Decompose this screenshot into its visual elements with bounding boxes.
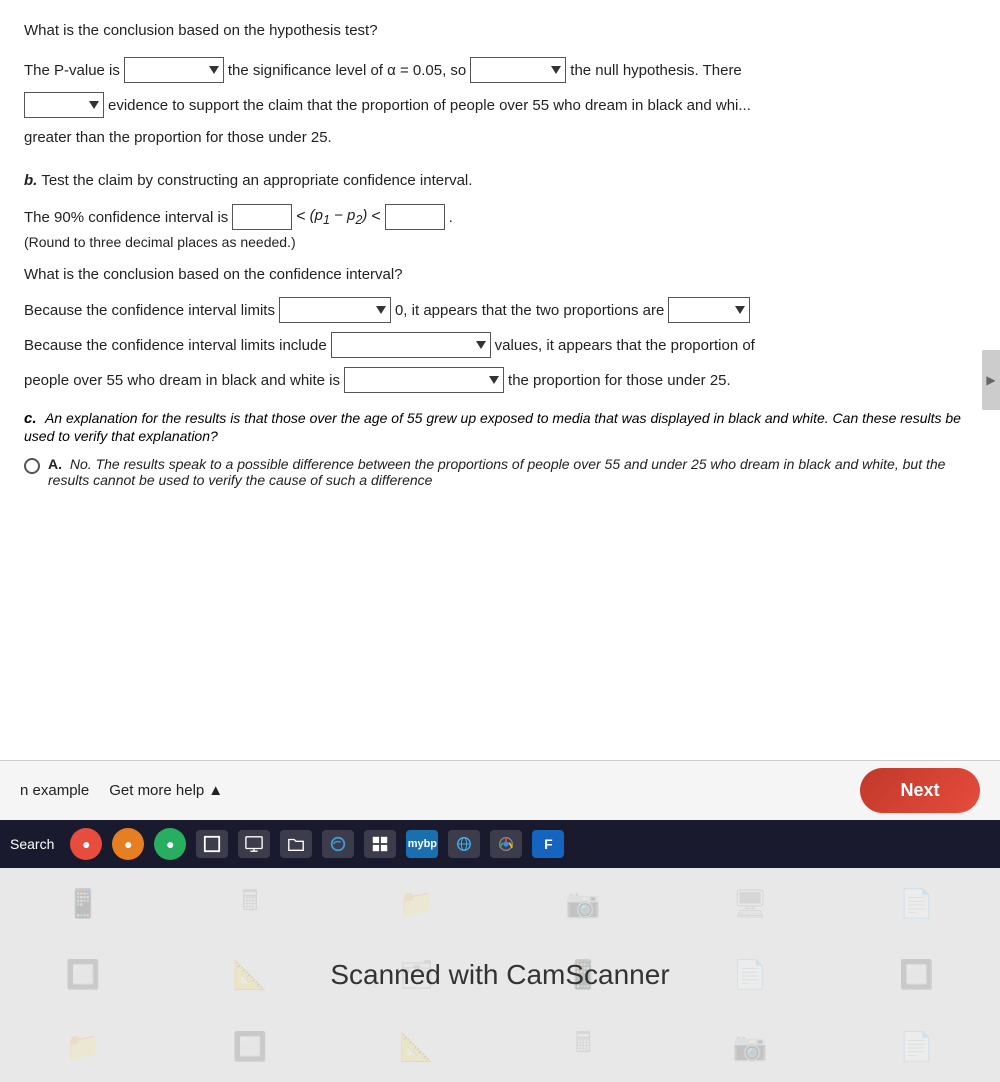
ci-conclusion-line2: Because the confidence interval limits i… (24, 332, 976, 359)
taskbar-dot-orange[interactable]: ● (112, 828, 144, 860)
option-a-label: A. (48, 456, 62, 472)
ci-comparison-dropdown[interactable]: greater than less than equal to (344, 367, 504, 393)
ci-lower-input[interactable] (232, 204, 292, 230)
main-content: What is the conclusion based on the hypo… (0, 0, 1000, 760)
option-a-radio[interactable] (24, 458, 40, 474)
camscanner-label: Scanned with CamScanner (330, 959, 669, 991)
option-a-row: A. No. The results speak to a possible d… (24, 456, 976, 488)
ci-expression: (p1 − p2) (310, 207, 368, 227)
reject-hypothesis-dropdown[interactable]: reject fail to reject (470, 57, 566, 83)
next-button[interactable]: Next (860, 768, 980, 813)
taskbar-globe-btn[interactable] (448, 830, 480, 858)
ci-include-dropdown[interactable]: include do not include (279, 297, 391, 323)
taskbar-dot-green[interactable]: ● (154, 828, 186, 860)
taskbar: Search ● ● ● mybp (0, 820, 1000, 868)
ci-conclusion-question: What is the conclusion based on the conf… (24, 264, 976, 287)
pvalue-row: The P-value is less than greater than eq… (24, 57, 976, 84)
taskbar-hp-btn[interactable]: mybp (406, 830, 438, 858)
section-b-label: b. (24, 167, 37, 194)
hypothesis-conclusion-question: What is the conclusion based on the hypo… (24, 20, 976, 43)
section-c-text: An explanation for the results is that t… (24, 410, 961, 444)
ci-less-than-1: < (296, 208, 305, 226)
option-a-text: No. The results speak to a possible diff… (48, 456, 945, 488)
camscanner-area: 📱 🖩 📁 📷 🖥 📄 🔲 📐 🗂 📱 📄 🔲 📁 🔲 📐 🖩 📷 📄 Scan… (0, 868, 1000, 1082)
section-c-label: c. (24, 410, 37, 427)
pvalue-prefix: The P-value is (24, 57, 120, 84)
greater-than-text: greater than the proportion for those un… (24, 127, 976, 150)
section-c-block: c. An explanation for the results is tha… (24, 410, 976, 446)
bottom-bar: n example Get more help ▲ Next (0, 760, 1000, 820)
evidence-row: is is not evidence to support the claim … (24, 92, 976, 119)
bottom-left: n example Get more help ▲ (20, 782, 223, 799)
ci-values-dropdown[interactable]: only positive only negative positive and… (331, 332, 491, 358)
pvalue-suffix: the null hypothesis. There (570, 57, 742, 84)
evidence-text: evidence to support the claim that the p… (108, 92, 751, 119)
taskbar-edge-btn[interactable] (322, 830, 354, 858)
taskbar-dot-red[interactable]: ● (70, 828, 102, 860)
help-arrow-icon: ▲ (208, 782, 223, 799)
pvalue-comparison-dropdown[interactable]: less than greater than equal to (124, 57, 224, 83)
round-note: (Round to three decimal places as needed… (24, 234, 976, 250)
ci-conclusion-line3: people over 55 who dream in black and wh… (24, 367, 976, 394)
ci-line1-prefix: Because the confidence interval limits (24, 297, 275, 324)
option-a-content: A. No. The results speak to a possible d… (48, 456, 976, 488)
evidence-dropdown[interactable]: is is not (24, 92, 104, 118)
ci-label: The 90% confidence interval is (24, 209, 228, 226)
ci-line3-suffix: the proportion for those under 25. (508, 367, 731, 394)
taskbar-search-label: Search (10, 836, 54, 852)
get-more-help-link[interactable]: Get more help ▲ (109, 782, 223, 799)
right-arrow[interactable]: ▶ (982, 350, 1000, 410)
taskbar-chrome-btn[interactable] (490, 830, 522, 858)
ci-period: . (449, 209, 453, 226)
section-b-header: b. Test the claim by constructing an app… (24, 167, 976, 194)
taskbar-window-btn[interactable] (196, 830, 228, 858)
confidence-interval-row: The 90% confidence interval is < (p1 − p… (24, 204, 976, 230)
ci-upper-input[interactable] (385, 204, 445, 230)
example-text: n example (20, 782, 89, 799)
ci-line2-prefix: Because the confidence interval limits i… (24, 332, 327, 359)
ci-less-than-2: < (371, 208, 380, 226)
taskbar-folder-btn[interactable] (280, 830, 312, 858)
pvalue-middle-text: the significance level of α = 0.05, so (228, 57, 466, 84)
ci-line1-suffix: 0, it appears that the two proportions a… (395, 297, 664, 324)
taskbar-f-btn[interactable]: F (532, 830, 564, 858)
ci-line3-prefix: people over 55 who dream in black and wh… (24, 367, 340, 394)
taskbar-grid-btn[interactable] (364, 830, 396, 858)
ci-conclusion-line1: Because the confidence interval limits i… (24, 297, 976, 324)
ci-line2-suffix: values, it appears that the proportion o… (495, 332, 755, 359)
taskbar-monitor-btn[interactable] (238, 830, 270, 858)
section-b-text: Test the claim by constructing an approp… (41, 167, 472, 194)
ci-proportions-dropdown[interactable]: equal not equal (668, 297, 750, 323)
